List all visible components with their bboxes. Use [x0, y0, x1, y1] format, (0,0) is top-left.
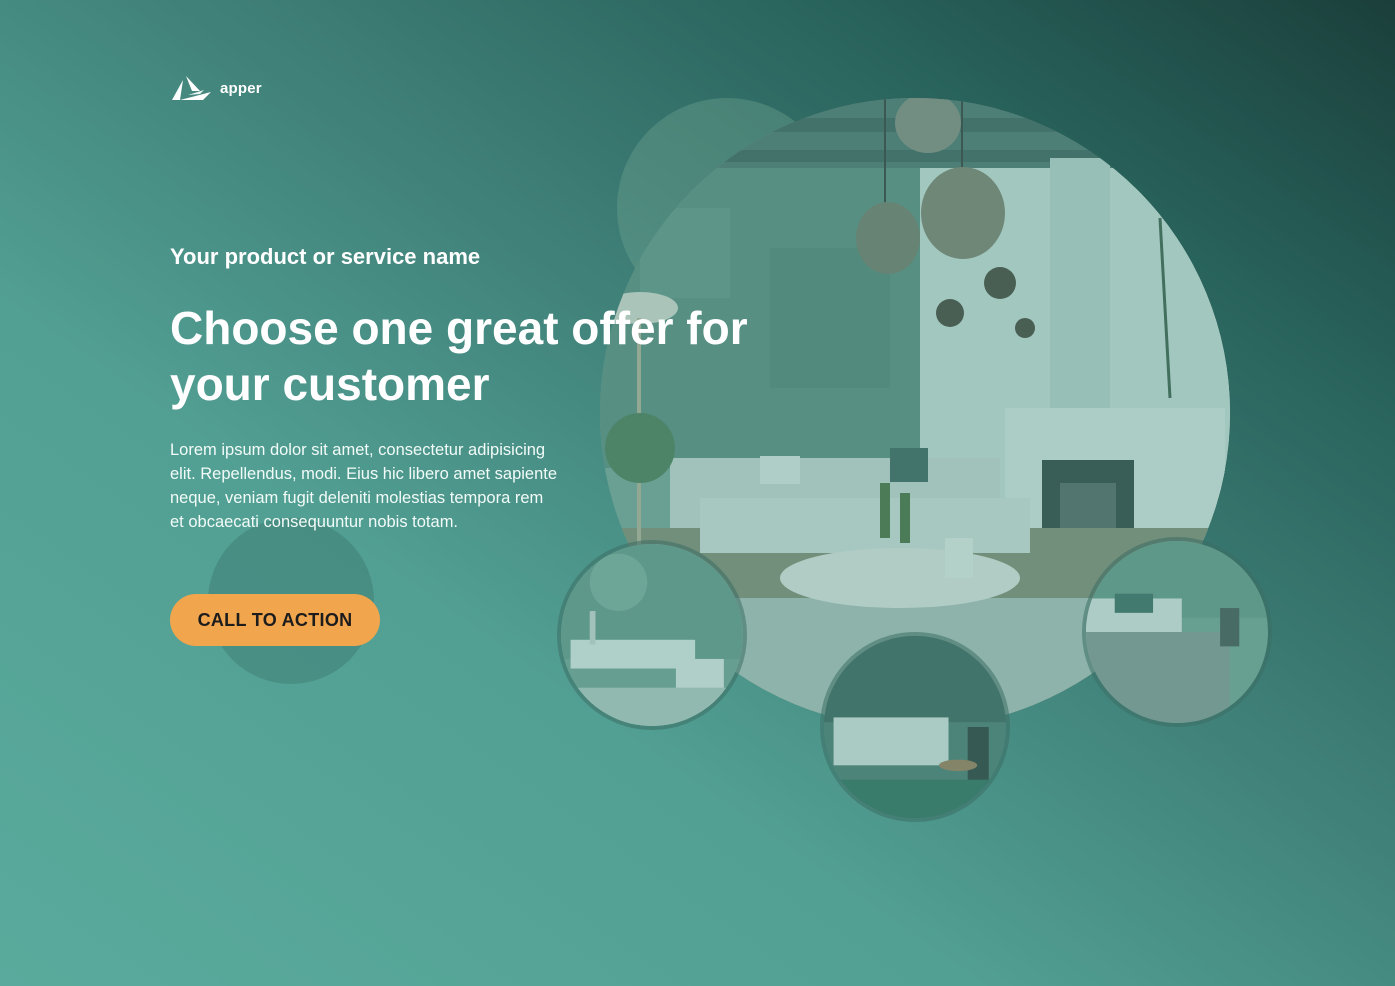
- description: Lorem ipsum dolor sit amet, consectetur …: [170, 441, 558, 531]
- call-to-action-button[interactable]: CALL TO ACTION: [170, 594, 380, 646]
- photo-circle-bathroom: [820, 632, 1010, 822]
- photo-circle-shelf: [557, 540, 747, 730]
- apper-logo-icon: [172, 76, 211, 100]
- headline: Choose one great offer for your customer: [170, 302, 748, 410]
- brand-logo[interactable]: apper: [170, 74, 262, 102]
- photo-tint-overlay: [1086, 541, 1268, 723]
- brand-name: apper: [220, 79, 262, 97]
- product-name: Your product or service name: [170, 244, 481, 269]
- photo-circle-bedroom: [1082, 537, 1272, 727]
- landing-page: apper Your product or service name Choos…: [0, 0, 1395, 986]
- photo-tint-overlay: [824, 636, 1006, 818]
- photo-tint-overlay: [561, 544, 743, 726]
